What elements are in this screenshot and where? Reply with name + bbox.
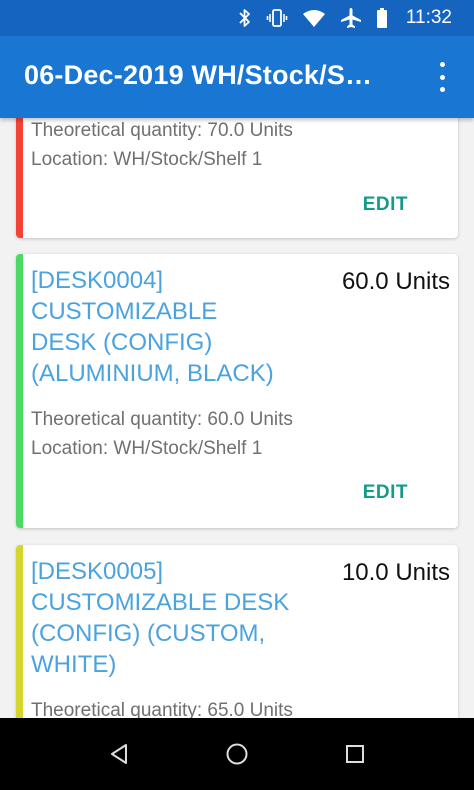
recents-icon[interactable] bbox=[344, 742, 366, 766]
inventory-card[interactable]: [DESK0004] CUSTOMIZABLE DESK (CONFIG) (A… bbox=[16, 254, 458, 528]
counted-quantity: 60.0 Units bbox=[341, 268, 450, 295]
back-icon[interactable] bbox=[108, 742, 130, 766]
product-code: [DESK0005] bbox=[31, 558, 164, 585]
product-name-link[interactable]: [DESK0005] CUSTOMIZABLE DESK (CONFIG) (C… bbox=[31, 556, 331, 680]
counted-quantity: 10.0 Units bbox=[341, 559, 450, 586]
theoretical-quantity: Theoretical quantity: 70.0 Units bbox=[31, 120, 293, 141]
status-bar: 11:32 bbox=[0, 0, 474, 36]
card-accent-bar bbox=[16, 254, 23, 528]
product-name-line: (CONFIG) (CUSTOM, bbox=[31, 620, 266, 647]
inventory-card[interactable]: Theoretical quantity: 70.0 Units Locatio… bbox=[16, 118, 458, 238]
status-time: 11:32 bbox=[405, 7, 452, 28]
theoretical-quantity: Theoretical quantity: 65.0 Units bbox=[31, 700, 293, 718]
airplane-icon bbox=[340, 8, 361, 28]
edit-button[interactable]: EDIT bbox=[363, 482, 408, 504]
app-bar: 06-Dec-2019 WH/Stock/S… bbox=[0, 36, 474, 118]
product-name-line: DESK (CONFIG) bbox=[31, 329, 213, 356]
battery-icon bbox=[376, 8, 387, 28]
product-name-line: CUSTOMIZABLE bbox=[31, 298, 218, 325]
product-name-line: (ALUMINIUM, BLACK) bbox=[31, 360, 274, 387]
wifi-icon bbox=[302, 10, 325, 27]
product-code: [DESK0004] bbox=[31, 267, 164, 294]
product-name-link[interactable]: [DESK0004] CUSTOMIZABLE DESK (CONFIG) (A… bbox=[31, 265, 331, 389]
bluetooth-icon bbox=[239, 9, 250, 27]
card-accent-bar bbox=[16, 118, 23, 238]
product-name-line: WHITE) bbox=[31, 651, 117, 678]
edit-button[interactable]: EDIT bbox=[363, 194, 408, 216]
inventory-card[interactable]: [DESK0005] CUSTOMIZABLE DESK (CONFIG) (C… bbox=[16, 545, 458, 718]
product-name-line: CUSTOMIZABLE DESK bbox=[31, 589, 290, 616]
navigation-bar bbox=[0, 718, 474, 790]
vibrate-icon bbox=[266, 9, 288, 27]
inventory-list[interactable]: Theoretical quantity: 70.0 Units Locatio… bbox=[0, 118, 474, 718]
location: Location: WH/Stock/Shelf 1 bbox=[31, 149, 263, 170]
home-icon[interactable] bbox=[225, 742, 249, 766]
page-title: 06-Dec-2019 WH/Stock/S… bbox=[24, 60, 373, 90]
card-accent-bar bbox=[16, 545, 23, 718]
theoretical-quantity: Theoretical quantity: 60.0 Units bbox=[31, 409, 293, 430]
more-vert-icon[interactable] bbox=[430, 62, 454, 92]
location: Location: WH/Stock/Shelf 1 bbox=[31, 438, 263, 459]
